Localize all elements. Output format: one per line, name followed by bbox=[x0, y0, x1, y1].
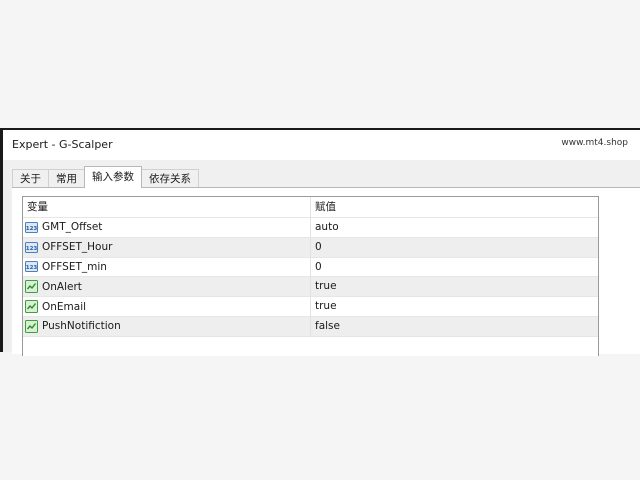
parameters-grid: 变量 赋值 123 GMT_Offset auto 123 OFFSET_Hou… bbox=[22, 196, 599, 356]
param-name-cell: PushNotifiction bbox=[23, 317, 310, 336]
param-name-cell: 123 OFFSET_Hour bbox=[23, 238, 310, 257]
svg-text:123: 123 bbox=[26, 226, 38, 232]
param-name: OFFSET_min bbox=[42, 260, 107, 273]
table-row[interactable]: 123 GMT_Offset auto bbox=[23, 218, 598, 238]
boolean-param-icon bbox=[25, 280, 38, 294]
numeric-param-icon: 123 bbox=[25, 221, 38, 233]
inputs-panel: 变量 赋值 123 GMT_Offset auto 123 OFFSET_Hou… bbox=[12, 187, 640, 356]
param-value[interactable]: auto bbox=[310, 218, 598, 237]
svg-text:123: 123 bbox=[26, 265, 38, 271]
title-bar[interactable]: Expert - G-Scalper www.mt4.shop bbox=[3, 130, 640, 160]
param-name-cell: OnAlert bbox=[23, 277, 310, 296]
boolean-param-icon bbox=[25, 319, 38, 333]
watermark: www.mt4.shop bbox=[561, 138, 628, 148]
table-row[interactable]: OnEmail true bbox=[23, 297, 598, 317]
param-name: GMT_Offset bbox=[42, 221, 103, 234]
param-name: OnAlert bbox=[42, 280, 82, 293]
param-value[interactable]: false bbox=[310, 316, 598, 336]
param-value[interactable]: true bbox=[310, 277, 598, 297]
param-name: OnEmail bbox=[42, 300, 87, 313]
param-value[interactable]: true bbox=[310, 297, 598, 316]
tab-about[interactable]: 关于 bbox=[12, 169, 49, 188]
boolean-param-icon bbox=[25, 300, 38, 314]
param-value[interactable]: 0 bbox=[310, 237, 598, 257]
table-row[interactable]: 123 OFFSET_Hour 0 bbox=[23, 237, 598, 258]
table-row[interactable]: 123 OFFSET_min 0 bbox=[23, 257, 598, 278]
numeric-param-icon: 123 bbox=[25, 261, 38, 273]
param-name-cell: OnEmail bbox=[23, 297, 310, 316]
table-row[interactable]: OnAlert true bbox=[23, 277, 598, 298]
column-header-variable[interactable]: 变量 bbox=[23, 197, 310, 217]
numeric-param-icon: 123 bbox=[25, 241, 38, 253]
tab-strip: 关于 常用 输入参数 依存关系 bbox=[12, 166, 199, 188]
table-row[interactable]: PushNotifiction false bbox=[23, 316, 598, 337]
column-header-value[interactable]: 赋值 bbox=[310, 197, 598, 217]
tab-dependencies[interactable]: 依存关系 bbox=[141, 169, 199, 188]
param-value[interactable]: 0 bbox=[310, 257, 598, 277]
param-name-cell: 123 OFFSET_min bbox=[23, 258, 310, 277]
param-name: OFFSET_Hour bbox=[42, 241, 113, 254]
param-name: PushNotifiction bbox=[42, 320, 121, 333]
svg-text:123: 123 bbox=[26, 246, 38, 252]
window-title: Expert - G-Scalper bbox=[12, 138, 113, 151]
tab-inputs[interactable]: 输入参数 bbox=[84, 166, 142, 188]
param-name-cell: 123 GMT_Offset bbox=[23, 218, 310, 237]
screen: Expert - G-Scalper www.mt4.shop 关于 常用 输入… bbox=[0, 0, 640, 480]
expert-properties-dialog: Expert - G-Scalper www.mt4.shop 关于 常用 输入… bbox=[0, 128, 640, 356]
tab-common[interactable]: 常用 bbox=[48, 169, 85, 188]
grid-header: 变量 赋值 bbox=[23, 197, 598, 218]
